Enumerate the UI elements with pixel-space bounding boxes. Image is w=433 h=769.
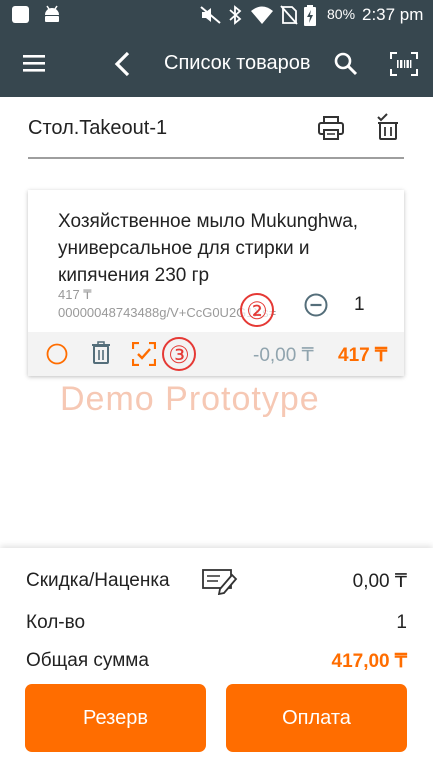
annotation-badge-2: ② bbox=[240, 293, 274, 327]
print-icon[interactable] bbox=[318, 116, 344, 140]
bluetooth-icon bbox=[229, 5, 242, 25]
annotation-badge-3: ③ bbox=[162, 337, 196, 371]
qty-label: Кол-во bbox=[26, 612, 86, 633]
back-arrow-icon[interactable] bbox=[114, 51, 132, 77]
battery-charging-icon bbox=[304, 5, 316, 26]
product-card-actions: ③ -0,00 ₸ 417 ₸ bbox=[28, 332, 404, 376]
check-frame-icon[interactable] bbox=[132, 342, 156, 366]
product-name: Хозяйственное мыло Mukunghwa, универсаль… bbox=[58, 211, 359, 286]
summary-qty-row: Кол-во 1 bbox=[26, 612, 407, 634]
summary-total-row: Общая сумма 417,00 ₸ bbox=[26, 650, 407, 672]
battery-percent: 80% bbox=[327, 6, 356, 22]
order-header: Стол.Takeout-1 bbox=[28, 105, 404, 159]
order-name[interactable]: Стол.Takeout-1 bbox=[28, 117, 167, 140]
no-sim-icon bbox=[280, 5, 298, 25]
order-summary: Скидка/Наценка 0,00 ₸ Кол-во 1 Общая сум… bbox=[0, 548, 433, 769]
item-quantity[interactable]: 1 bbox=[354, 294, 365, 316]
menu-icon[interactable] bbox=[23, 54, 45, 72]
qty-value: 1 bbox=[396, 612, 407, 633]
total-label: Общая сумма bbox=[26, 650, 149, 671]
android-icon bbox=[45, 5, 59, 22]
demo-watermark: Demo Prototype bbox=[60, 380, 320, 418]
trash-icon[interactable] bbox=[91, 341, 111, 365]
discount-label: Скидка/Наценка bbox=[26, 570, 170, 591]
minus-circle-icon[interactable] bbox=[304, 293, 328, 317]
unit-price: 417 ₸ bbox=[58, 287, 92, 302]
select-circle-icon[interactable] bbox=[46, 343, 68, 365]
discount-value: 0,00 ₸ bbox=[352, 571, 407, 592]
item-total: 417 ₸ bbox=[338, 345, 388, 366]
summary-discount-row: Скидка/Наценка 0,00 ₸ bbox=[26, 567, 407, 595]
total-value: 417,00 ₸ bbox=[331, 651, 407, 672]
search-icon[interactable] bbox=[334, 52, 358, 76]
notification-square-icon bbox=[12, 6, 29, 23]
product-card[interactable]: Хозяйственное мыло Mukunghwa, универсаль… bbox=[28, 190, 404, 376]
wifi-icon bbox=[251, 6, 273, 24]
discount-edit-icon[interactable] bbox=[202, 567, 238, 595]
status-bar: 80% 2:37 pm bbox=[0, 0, 433, 30]
item-discount: -0,00 ₸ bbox=[253, 345, 314, 366]
clock: 2:37 pm bbox=[362, 5, 424, 24]
pay-button[interactable]: Оплата bbox=[226, 684, 407, 752]
mute-icon bbox=[200, 6, 221, 24]
delete-all-icon[interactable] bbox=[375, 113, 401, 141]
page-title: Список товаров bbox=[164, 52, 311, 74]
reserve-button[interactable]: Резерв bbox=[25, 684, 206, 752]
barcode-scan-icon[interactable] bbox=[390, 52, 418, 76]
app-bar: Список товаров bbox=[0, 30, 433, 97]
